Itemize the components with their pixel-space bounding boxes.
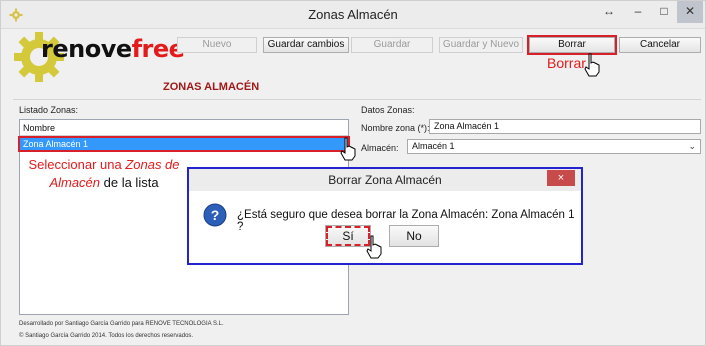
nombre-zona-input[interactable]: Zona Almacén 1 [429,119,701,134]
question-icon: ? [203,203,227,227]
resize-icon[interactable]: ↔ [599,1,619,23]
annotation-borrar: Borrar [547,55,586,71]
dialog-close-button[interactable]: × [547,170,575,186]
logo-text-renove: renove [41,35,132,63]
header-divider [13,99,701,100]
nombre-zona-label: Nombre zona (*): [361,123,430,133]
pointer-hand-icon [340,137,356,161]
cancelar-button[interactable]: Cancelar [619,37,701,53]
annotation-seleccionar-text1: Seleccionar una [28,157,126,172]
section-title: ZONAS ALMACÉN [163,81,260,93]
datos-zonas-label: Datos Zonas: [361,105,415,115]
guardar-cambios-button[interactable]: Guardar cambios [263,37,349,53]
title-bar: Zonas Almacén ↔ – □ ✕ [1,1,705,29]
almacen-select-value: Almacén 1 [412,141,455,151]
dialog-title: Borrar Zona Almacén [189,169,581,191]
maximize-button[interactable]: □ [651,1,677,23]
close-window-button[interactable]: ✕ [677,1,703,23]
guardar-button[interactable]: Guardar [351,37,433,53]
footer-copyright: © Santiago García Garrido 2014. Todos lo… [19,333,194,339]
borrar-button[interactable]: Borrar [527,35,617,55]
minimize-button[interactable]: – [625,1,651,23]
list-item[interactable]: Zona Almacén 1 [18,136,350,152]
footer-credit: Desarrollado por Santiago García Garrido… [19,321,224,327]
pointer-hand-icon [584,53,600,77]
pointer-hand-icon [366,235,382,259]
listado-zonas-label: Listado Zonas: [19,105,79,115]
svg-text:?: ? [211,207,220,223]
list-column-header-nombre[interactable]: Nombre [20,120,348,136]
annotation-seleccionar: Seleccionar una Zonas de Almacén de la l… [19,156,189,192]
no-button[interactable]: No [389,225,439,247]
almacen-label: Almacén: [361,143,399,153]
almacen-select[interactable]: Almacén 1 ⌄ [407,139,701,154]
logo-wordmark: renovefree [41,35,185,63]
guardar-y-nuevo-button[interactable]: Guardar y Nuevo [439,37,523,53]
chevron-down-icon[interactable]: ⌄ [688,140,696,153]
nuevo-button[interactable]: Nuevo [177,37,257,53]
annotation-seleccionar-text2: de la lista [100,175,159,190]
confirm-delete-dialog: Borrar Zona Almacén × ? ¿Está seguro que… [187,167,583,265]
app-window: Zonas Almacén ↔ – □ ✕ renovefree ZONAS A… [0,0,706,346]
